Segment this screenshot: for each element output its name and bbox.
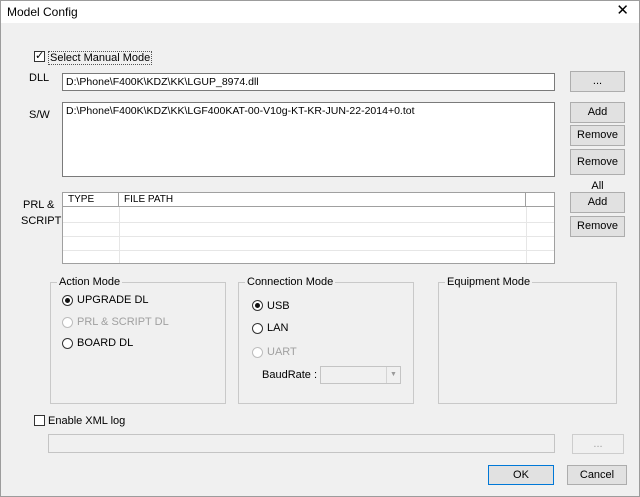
action-mode-title: Action Mode [57, 276, 123, 288]
prl-script-table[interactable]: TYPE FILE PATH [62, 192, 555, 264]
column-header-type[interactable]: TYPE [63, 193, 119, 207]
radio-upgrade-dl[interactable] [62, 295, 73, 306]
uart-label: UART [267, 346, 297, 358]
connection-mode-title: Connection Mode [245, 276, 336, 288]
grid-line [526, 207, 527, 263]
usb-label[interactable]: USB [267, 300, 290, 312]
equipment-mode-group: Equipment Mode [438, 276, 617, 404]
baudrate-label: BaudRate : [262, 369, 318, 381]
sw-add-button[interactable]: Add [570, 102, 625, 123]
lan-label[interactable]: LAN [267, 322, 288, 334]
manual-mode-checkbox[interactable] [34, 49, 45, 62]
sw-label: S/W [29, 109, 50, 121]
board-dl-label[interactable]: BOARD DL [77, 337, 133, 349]
sw-remove-all-button[interactable]: Remove All [570, 149, 625, 192]
radio-board-dl[interactable] [62, 338, 73, 349]
radio-prl-script-dl [62, 317, 73, 328]
baudrate-select: ▼ [320, 366, 401, 384]
manual-mode-label[interactable]: Select Manual Mode [48, 51, 153, 65]
sw-path-field[interactable]: D:\Phone\F400K\KDZ\KK\LGF400KAT-00-V10g-… [62, 102, 555, 177]
equipment-mode-title: Equipment Mode [445, 276, 533, 288]
cancel-button[interactable]: Cancel [567, 465, 627, 485]
xml-log-path-field [48, 434, 555, 453]
prl-script-dl-label: PRL & SCRIPT DL [77, 316, 169, 328]
ok-button[interactable]: OK [488, 465, 554, 485]
upgrade-dl-label[interactable]: UPGRADE DL [77, 294, 149, 306]
close-icon[interactable]: ✕ [616, 3, 629, 19]
column-header-file-path[interactable]: FILE PATH [119, 193, 526, 207]
script-label: SCRIPT [21, 215, 62, 227]
grid-line [119, 207, 120, 263]
prl-add-button[interactable]: Add [570, 192, 625, 213]
prl-table-header: TYPE FILE PATH [63, 193, 554, 207]
dll-label: DLL [29, 72, 50, 84]
grid-line [63, 250, 554, 251]
sw-remove-button[interactable]: Remove [570, 125, 625, 146]
model-config-dialog: Model Config ✕ Select Manual Mode DLL D:… [0, 0, 640, 497]
grid-line [63, 222, 554, 223]
title-bar: Model Config ✕ [1, 1, 639, 23]
dll-browse-button[interactable]: ... [570, 71, 625, 92]
prl-remove-button[interactable]: Remove [570, 216, 625, 237]
window-title: Model Config [7, 5, 78, 19]
xml-log-browse-button: ... [572, 434, 624, 454]
radio-lan[interactable] [252, 323, 263, 334]
column-header-filler [526, 193, 554, 207]
prl-label: PRL & [23, 199, 55, 211]
radio-usb[interactable] [252, 300, 263, 311]
xml-log-label[interactable]: Enable XML log [48, 415, 125, 427]
grid-line [63, 236, 554, 237]
xml-log-checkbox[interactable] [34, 415, 45, 426]
connection-mode-group: Connection Mode [238, 276, 414, 404]
dll-path-field[interactable]: D:\Phone\F400K\KDZ\KK\LGUP_8974.dll [62, 73, 555, 91]
chevron-down-icon: ▼ [386, 367, 400, 383]
radio-uart [252, 347, 263, 358]
